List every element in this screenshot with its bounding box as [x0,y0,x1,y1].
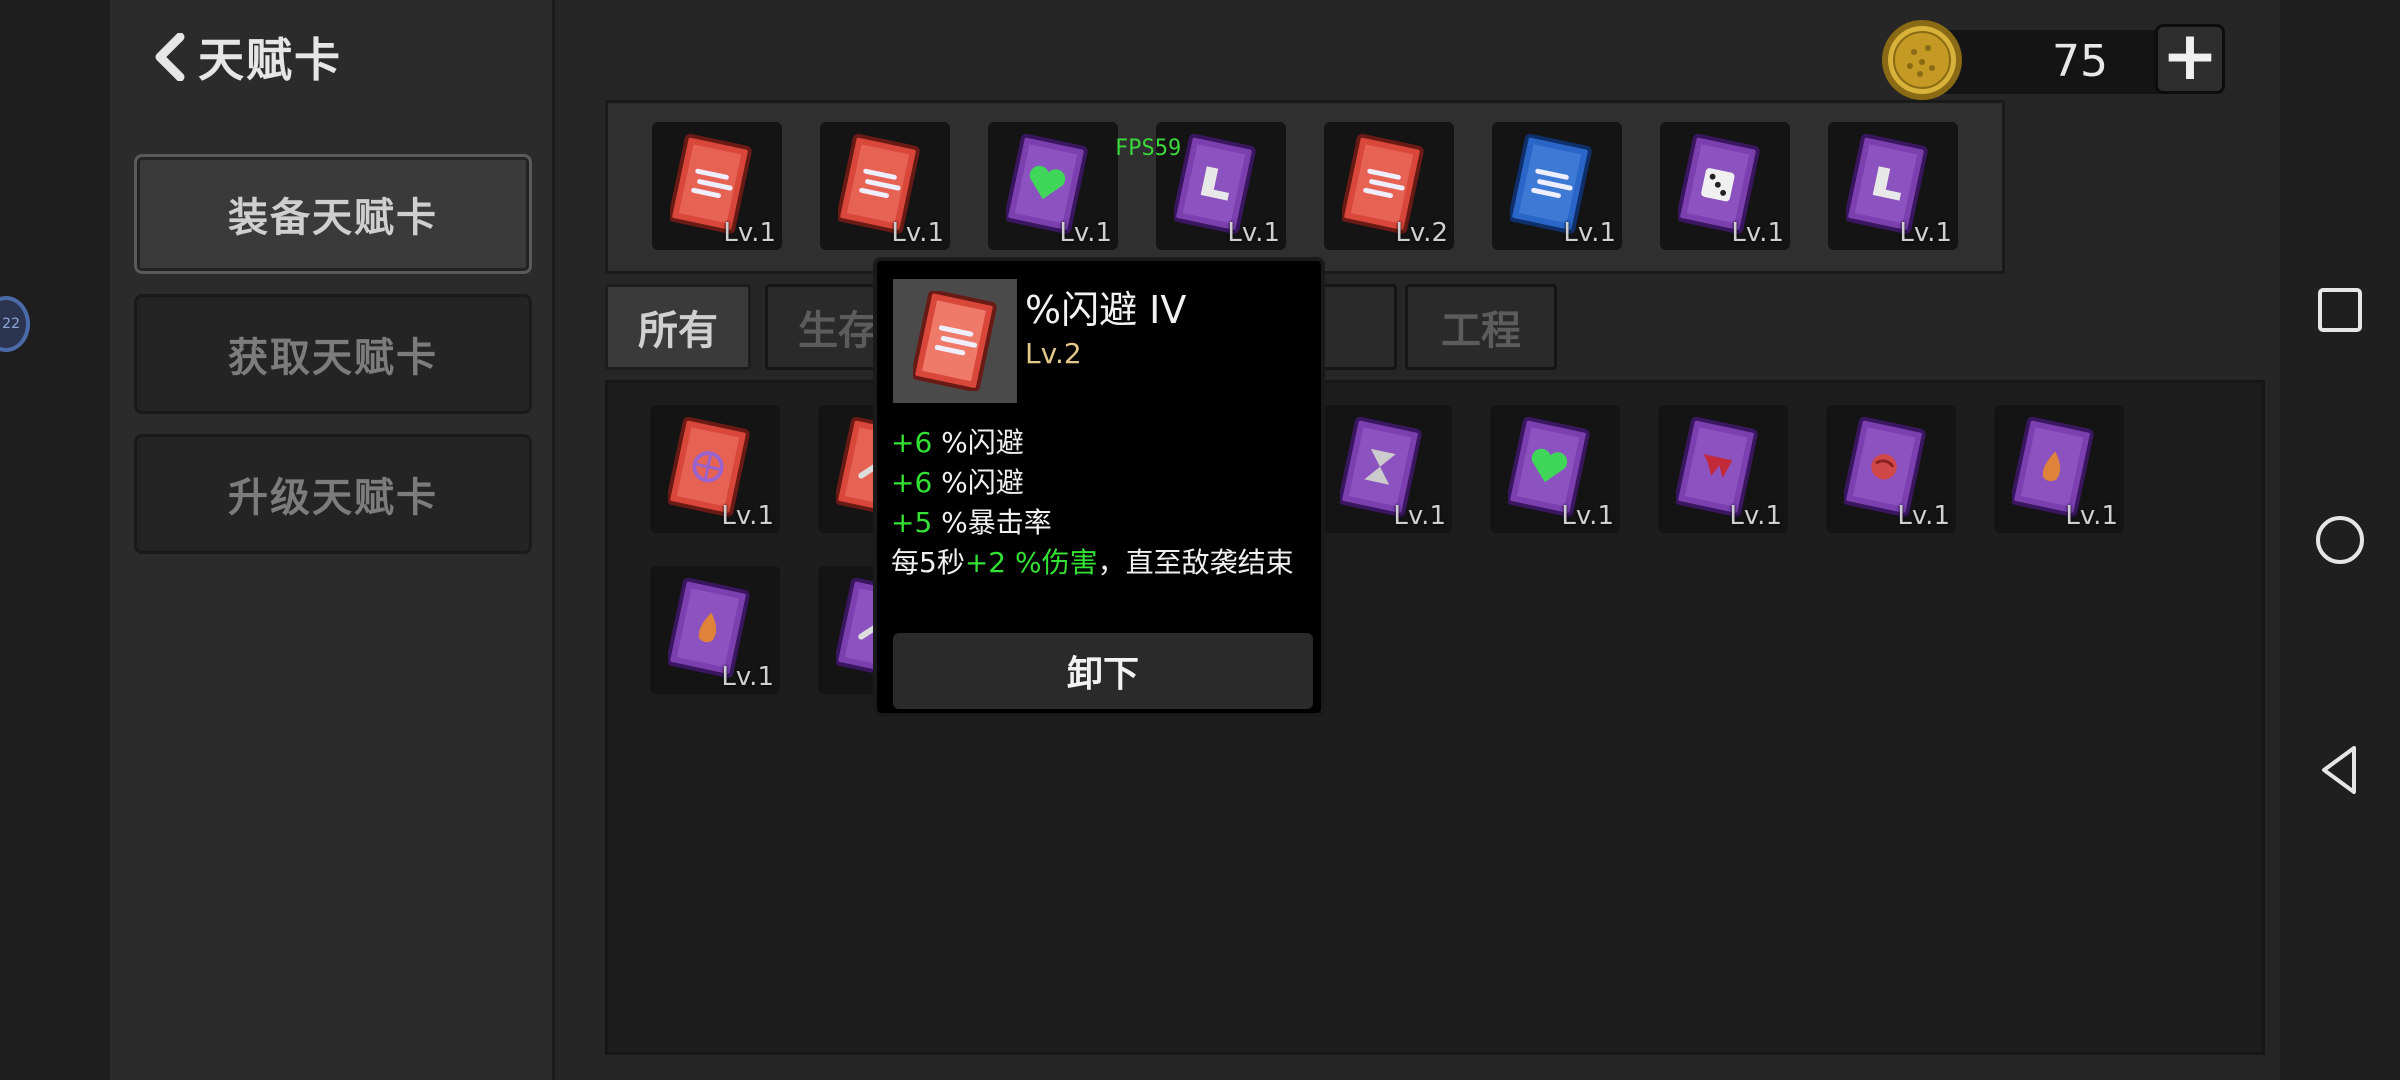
equipped-card-slot[interactable]: Lv.1 [820,122,950,250]
card-level-label: Lv.1 [891,218,944,248]
inventory-card-slot[interactable]: Lv.1 [1994,405,2124,533]
get-talent-card-button[interactable]: 获取天赋卡 [134,294,532,414]
back-nav-icon[interactable] [2314,744,2366,796]
stat-suffix: ，直至敌袭结束 [1097,546,1294,579]
card-level-label: Lv.1 [1729,501,1782,531]
card-level-label: Lv.1 [1561,501,1614,531]
stat-line: +5 %暴击率 [891,501,1052,541]
card-level-label: Lv.1 [1897,501,1950,531]
popup-card-name: %闪避 IV [1025,288,1187,332]
card-level-label: Lv.1 [1227,218,1280,248]
wind-card-icon [913,291,997,391]
coin-amount: 75 [2052,36,2108,87]
stat-value: +6 [891,466,933,499]
card-detail-popup: %闪避 IV Lv.2 +6 %闪避 +6 %闪避 +5 %暴击率 每5秒+2 … [873,257,1325,717]
inventory-card-slot[interactable]: Lv.1 [1322,405,1452,533]
equipped-card-slot[interactable]: Lv.1 [1660,122,1790,250]
inventory-card-slot[interactable]: Lv.1 [1490,405,1620,533]
inventory-card-slot[interactable]: Lv.1 [650,405,780,533]
currency-display: 75 + [1880,18,2225,102]
equipped-card-slot[interactable]: Lv.1 [1492,122,1622,250]
home-icon[interactable] [2314,514,2366,566]
stat-line-extra: 每5秒+2 %伤害，直至敌袭结束 [891,541,1294,581]
left-edge-strip [0,0,110,1080]
card-level-label: Lv.1 [1731,218,1784,248]
tab-all[interactable]: 所有 [605,284,751,370]
popup-card-level: Lv.2 [1025,337,1082,370]
tab-engineering[interactable]: 工程 [1405,284,1557,370]
stat-text: %闪避 [932,426,1024,459]
equip-talent-card-button[interactable]: 装备天赋卡 [134,154,532,274]
equipped-card-slot[interactable]: Lv.1 [1828,122,1958,250]
inventory-card-slot[interactable]: Lv.1 [650,566,780,694]
upgrade-talent-card-button[interactable]: 升级天赋卡 [134,434,532,554]
equipped-card-slot[interactable]: Lv.1 [652,122,782,250]
card-level-label: Lv.1 [721,662,774,692]
stat-value: +6 [891,426,933,459]
recent-apps-icon[interactable] [2314,284,2366,336]
card-level-label: Lv.1 [721,501,774,531]
equipped-cards-bar [605,100,2005,274]
back-button[interactable]: 天赋卡 [150,24,342,90]
chevron-left-icon [155,33,185,81]
inventory-card-slot[interactable]: Lv.1 [1658,405,1788,533]
equipped-card-slot[interactable]: Lv.1 [988,122,1118,250]
stat-value: +5 [891,506,933,539]
add-coins-button[interactable]: + [2155,23,2225,94]
unequip-button[interactable]: 卸下 [893,633,1313,709]
popup-card-icon [893,279,1017,403]
card-level-label: Lv.1 [723,218,776,248]
card-level-label: Lv.1 [1393,501,1446,531]
coin-icon [1882,20,1962,100]
card-level-label: Lv.1 [1563,218,1616,248]
stat-line: +6 %闪避 [891,421,1024,461]
card-level-label: Lv.1 [1059,218,1112,248]
stat-text: %暴击率 [932,506,1052,539]
stat-prefix: 每5秒 [891,546,965,579]
card-level-label: Lv.1 [2065,501,2118,531]
inventory-card-slot[interactable]: Lv.1 [1826,405,1956,533]
page-title: 天赋卡 [198,33,342,87]
card-level-label: Lv.2 [1395,218,1448,248]
stat-value: +2 %伤害 [964,546,1098,579]
fps-counter: FPS59 [1115,136,1182,161]
stat-text: %闪避 [932,466,1024,499]
card-level-label: Lv.1 [1899,218,1952,248]
equipped-card-slot[interactable]: Lv.2 [1324,122,1454,250]
stat-line: +6 %闪避 [891,461,1024,501]
